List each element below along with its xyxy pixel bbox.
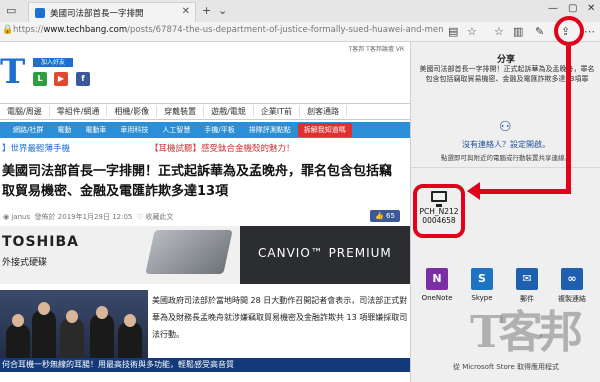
subnav-item[interactable]: 車用科技	[113, 125, 155, 135]
url-domain: www.techbang.com	[43, 25, 128, 35]
ad-product: CANVIO™ PREMIUM	[258, 246, 392, 260]
url-path: /posts/67874-the-us-department-of-justic…	[127, 25, 443, 35]
minimize-icon[interactable]: —	[548, 3, 558, 14]
mail-icon: ✉	[516, 268, 538, 290]
nearby-share-hint: 點選即可與附近的電腦或行動裝置共享連線。	[441, 154, 571, 162]
watermark-logo: T客邦	[470, 307, 583, 358]
browser-window: ▭ 美國司法部首長一字排開 ✕ + ⌄ — ▢ ✕ 🔒 https://www.…	[0, 0, 600, 382]
link-icon: ∞	[561, 268, 583, 290]
sub-nav: 網路/社群 電動 電動車 車用科技 人工智慧 手機/平板 排隊評測點點 拆解我知…	[0, 122, 410, 138]
tab-title: 美國司法部首長一字排開	[50, 8, 144, 19]
tab-close-icon[interactable]: ✕	[182, 6, 190, 17]
subnav-item[interactable]: 排隊評測點點	[242, 125, 298, 135]
subnav-item[interactable]: 手機/平板	[197, 125, 241, 135]
fb-count: 65	[386, 212, 395, 220]
address-bar: 🔒 https://www.techbang.com/posts/67874-t…	[0, 22, 600, 42]
article-body: 美國政府司法部於當地時間 28 日大動作召開記者會表示，司法部正式對華為及財務長…	[152, 296, 408, 339]
arrow-head-icon	[467, 182, 480, 200]
app-label: OneNote	[421, 294, 453, 302]
pen-icon[interactable]: ✎	[535, 25, 544, 38]
nav-item[interactable]: 企業IT前	[254, 106, 301, 117]
new-tab-icon[interactable]: +	[202, 4, 211, 17]
arrow-line-vertical	[566, 46, 571, 194]
nav-item[interactable]: 相機/影像	[107, 106, 158, 117]
tab-favicon-icon	[35, 7, 45, 18]
ad-brand: TOSHIBA	[2, 234, 79, 250]
promo-link-left[interactable]: 】世界最輕薄手機	[2, 142, 70, 154]
ad-banner[interactable]: TOSHIBA 外接式硬碟 CANVIO™ PREMIUM	[0, 226, 410, 284]
subnav-item[interactable]: 電動車	[78, 125, 113, 135]
author-name[interactable]: janus	[11, 213, 30, 221]
onenote-icon: N	[426, 268, 448, 290]
youtube-icon[interactable]: ▶	[54, 72, 68, 86]
reading-list-icon[interactable]: ▥	[513, 25, 523, 38]
share-button-highlight	[554, 16, 584, 46]
nav-item[interactable]: 電腦/周邊	[0, 106, 50, 117]
publish-date: 發佈於 2019年1月29日 12:05	[34, 213, 133, 221]
close-window-icon[interactable]: ✕	[587, 3, 595, 14]
no-contacts-link[interactable]: 沒有連絡人？設定開啟。	[411, 139, 600, 150]
nearby-device[interactable]: PCH_N212 0004658	[413, 184, 465, 238]
join-friends-button[interactable]: 加入好友	[33, 58, 73, 67]
bottom-ad-bar[interactable]: 何合耳機一秒無線的耳腸！用最高技術與多功能，輕鬆感受高音質	[0, 358, 410, 372]
more-icon[interactable]: ⋯	[584, 25, 595, 38]
favorites-hub-icon[interactable]: ☆	[494, 25, 504, 38]
divider	[411, 167, 600, 168]
favorite-heart-icon[interactable]: ♡	[137, 213, 143, 221]
main-nav: 電腦/周邊 零組件/網通 相機/影像 穿戴裝置 遊戲/電競 企業IT前 創客通路	[0, 103, 410, 120]
arrow-line-horizontal	[478, 189, 571, 194]
subnav-item-highlight[interactable]: 拆解我知道嗎	[297, 123, 352, 137]
favorite-label[interactable]: 收藏此文	[145, 213, 173, 221]
hard-drive-image	[145, 230, 233, 274]
line-icon[interactable]: L	[33, 72, 47, 86]
title-bar: ▭ 美國司法部首長一字排開 ✕ + ⌄ — ▢ ✕	[0, 0, 600, 22]
computer-icon	[431, 191, 447, 207]
nav-item[interactable]: 穿戴裝置	[157, 106, 205, 117]
maximize-icon[interactable]: ▢	[568, 3, 577, 14]
url-field[interactable]: https://www.techbang.com/posts/67874-the…	[13, 25, 443, 35]
reading-view-icon[interactable]: ▤	[448, 25, 458, 38]
ad-subtitle: 外接式硬碟	[2, 258, 48, 268]
nav-item[interactable]: 零組件/網通	[50, 106, 108, 117]
browser-tab[interactable]: 美國司法部首長一字排開 ✕	[28, 2, 196, 22]
subnav-item[interactable]: 電動	[50, 125, 78, 135]
webpage: T客邦 T客邦論壇 VR T 加入好友 L ▶ f 電腦/周邊 零組件/網通 相…	[0, 42, 410, 382]
facebook-icon[interactable]: f	[76, 72, 90, 86]
store-link[interactable]: 從 Microsoft Store 取得應用程式	[411, 362, 600, 374]
top-links[interactable]: T客邦 T客邦論壇 VR	[349, 44, 404, 53]
promo-link-right[interactable]: 【耳機試聽】感受鈦合金機殼的魅力！	[150, 142, 295, 154]
fb-like-count[interactable]: 👍 65	[370, 210, 400, 222]
favorite-star-icon[interactable]: ☆	[467, 25, 477, 38]
tab-dropdown-icon[interactable]: ⌄	[218, 4, 227, 17]
site-logo[interactable]: T	[0, 52, 25, 92]
skype-icon: S	[471, 268, 493, 290]
device-id: 0004658	[422, 216, 456, 225]
subnav-item[interactable]: 人工智慧	[155, 125, 197, 135]
article-headline: 美國司法部首長一字排開！正式起訴華為及孟晚舟，罪名包含包括竊取貿易機密、金融及電…	[2, 164, 393, 199]
people-icon: ⚇	[499, 119, 512, 135]
share-app-onenote[interactable]: N OneNote	[415, 268, 459, 302]
subnav-item[interactable]: 網路/社群	[6, 125, 50, 135]
article-meta: ◉ janus 發佈於 2019年1月29日 12:05 ♡ 收藏此文	[3, 212, 173, 222]
nav-item[interactable]: 創客通路	[300, 106, 348, 117]
nav-item[interactable]: 遊戲/電競	[204, 106, 254, 117]
tab-list-icon[interactable]: ▭	[6, 4, 16, 17]
device-name: PCH_N212	[419, 207, 459, 216]
lock-icon: 🔒	[2, 25, 14, 35]
